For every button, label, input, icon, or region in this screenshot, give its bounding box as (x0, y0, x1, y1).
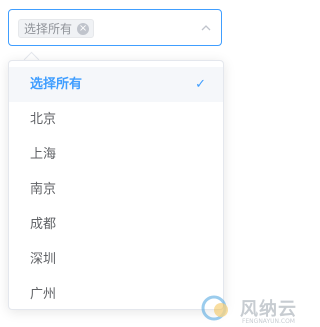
multi-select-input[interactable]: 选择所有 × (8, 9, 222, 46)
option-list: 选择所有 ✓ 北京 上海 南京 成都 深圳 广州 (9, 67, 223, 312)
check-icon: ✓ (195, 77, 206, 92)
watermark-subtext: FENGNAYUN.COM (241, 318, 295, 325)
option-label: 广州 (30, 287, 57, 302)
option-label: 南京 (30, 182, 57, 197)
option-item[interactable]: 南京 (9, 172, 223, 207)
option-item[interactable]: 上海 (9, 137, 223, 172)
tag-label: 选择所有 (24, 22, 73, 36)
option-item[interactable]: 成都 (9, 207, 223, 242)
option-label: 成都 (30, 217, 57, 232)
chevron-up-icon[interactable] (200, 22, 212, 34)
option-label: 北京 (30, 112, 57, 127)
option-label: 选择所有 (30, 77, 83, 92)
dropdown-panel: 选择所有 ✓ 北京 上海 南京 成都 深圳 广州 (8, 60, 224, 310)
close-circle-icon[interactable]: × (77, 22, 90, 35)
option-item[interactable]: 选择所有 ✓ (9, 67, 223, 102)
option-label: 上海 (30, 147, 57, 162)
watermark-logo-icon (201, 295, 228, 321)
selected-tag: 选择所有 × (18, 19, 95, 38)
option-label: 深圳 (30, 252, 57, 267)
option-item[interactable]: 北京 (9, 102, 223, 137)
option-item[interactable]: 广州 (9, 277, 223, 312)
option-item[interactable]: 深圳 (9, 242, 223, 277)
watermark: 风纳云 FENGNAYUN.COM (199, 293, 297, 325)
